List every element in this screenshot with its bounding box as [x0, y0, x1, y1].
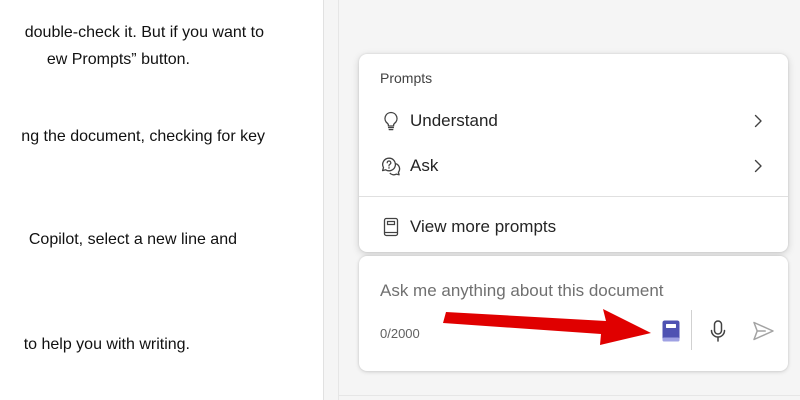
- microphone-icon: [710, 320, 726, 342]
- send-icon: [753, 321, 774, 341]
- menu-item-label: Understand: [410, 111, 498, 130]
- book-icon: [383, 217, 399, 237]
- pane-edge: [338, 0, 339, 400]
- chat-input-box[interactable]: Ask me anything about this document 0/20…: [359, 256, 788, 371]
- prompts-menu-header: Prompts: [380, 70, 433, 86]
- microphone-button[interactable]: [703, 316, 733, 346]
- menu-item-view-more-prompts[interactable]: View more prompts: [359, 207, 788, 247]
- prompts-book-icon: [662, 320, 680, 342]
- document-text-line: double-check it. But if you want to: [24, 24, 264, 41]
- toolbar-separator: [691, 310, 692, 350]
- character-count: 0/2000: [380, 326, 420, 341]
- chat-question-icon: [381, 157, 401, 176]
- document-page: double-check it. But if you want to ew P…: [0, 0, 323, 400]
- lightbulb-icon: [384, 111, 398, 131]
- document-text-line: Copilot, select a new line and: [28, 231, 237, 248]
- pane-bottom-edge: [338, 395, 800, 396]
- menu-item-understand[interactable]: Understand: [359, 101, 788, 141]
- menu-item-ask[interactable]: Ask: [359, 146, 788, 186]
- document-text-line: to help you with writing.: [23, 336, 190, 353]
- chat-input-placeholder[interactable]: Ask me anything about this document: [380, 281, 664, 301]
- menu-item-label: Ask: [410, 156, 439, 175]
- prompts-menu: Prompts Understand Ask View more prompts: [359, 54, 788, 252]
- send-button[interactable]: [748, 316, 778, 346]
- menu-separator: [359, 196, 788, 197]
- chevron-right-icon: [754, 159, 762, 173]
- document-text-line: ng the document, checking for key: [21, 128, 265, 145]
- menu-item-label: View more prompts: [410, 217, 557, 236]
- chevron-right-icon: [754, 114, 762, 128]
- prompts-button[interactable]: [656, 316, 686, 346]
- document-text-line: ew Prompts” button.: [46, 51, 190, 68]
